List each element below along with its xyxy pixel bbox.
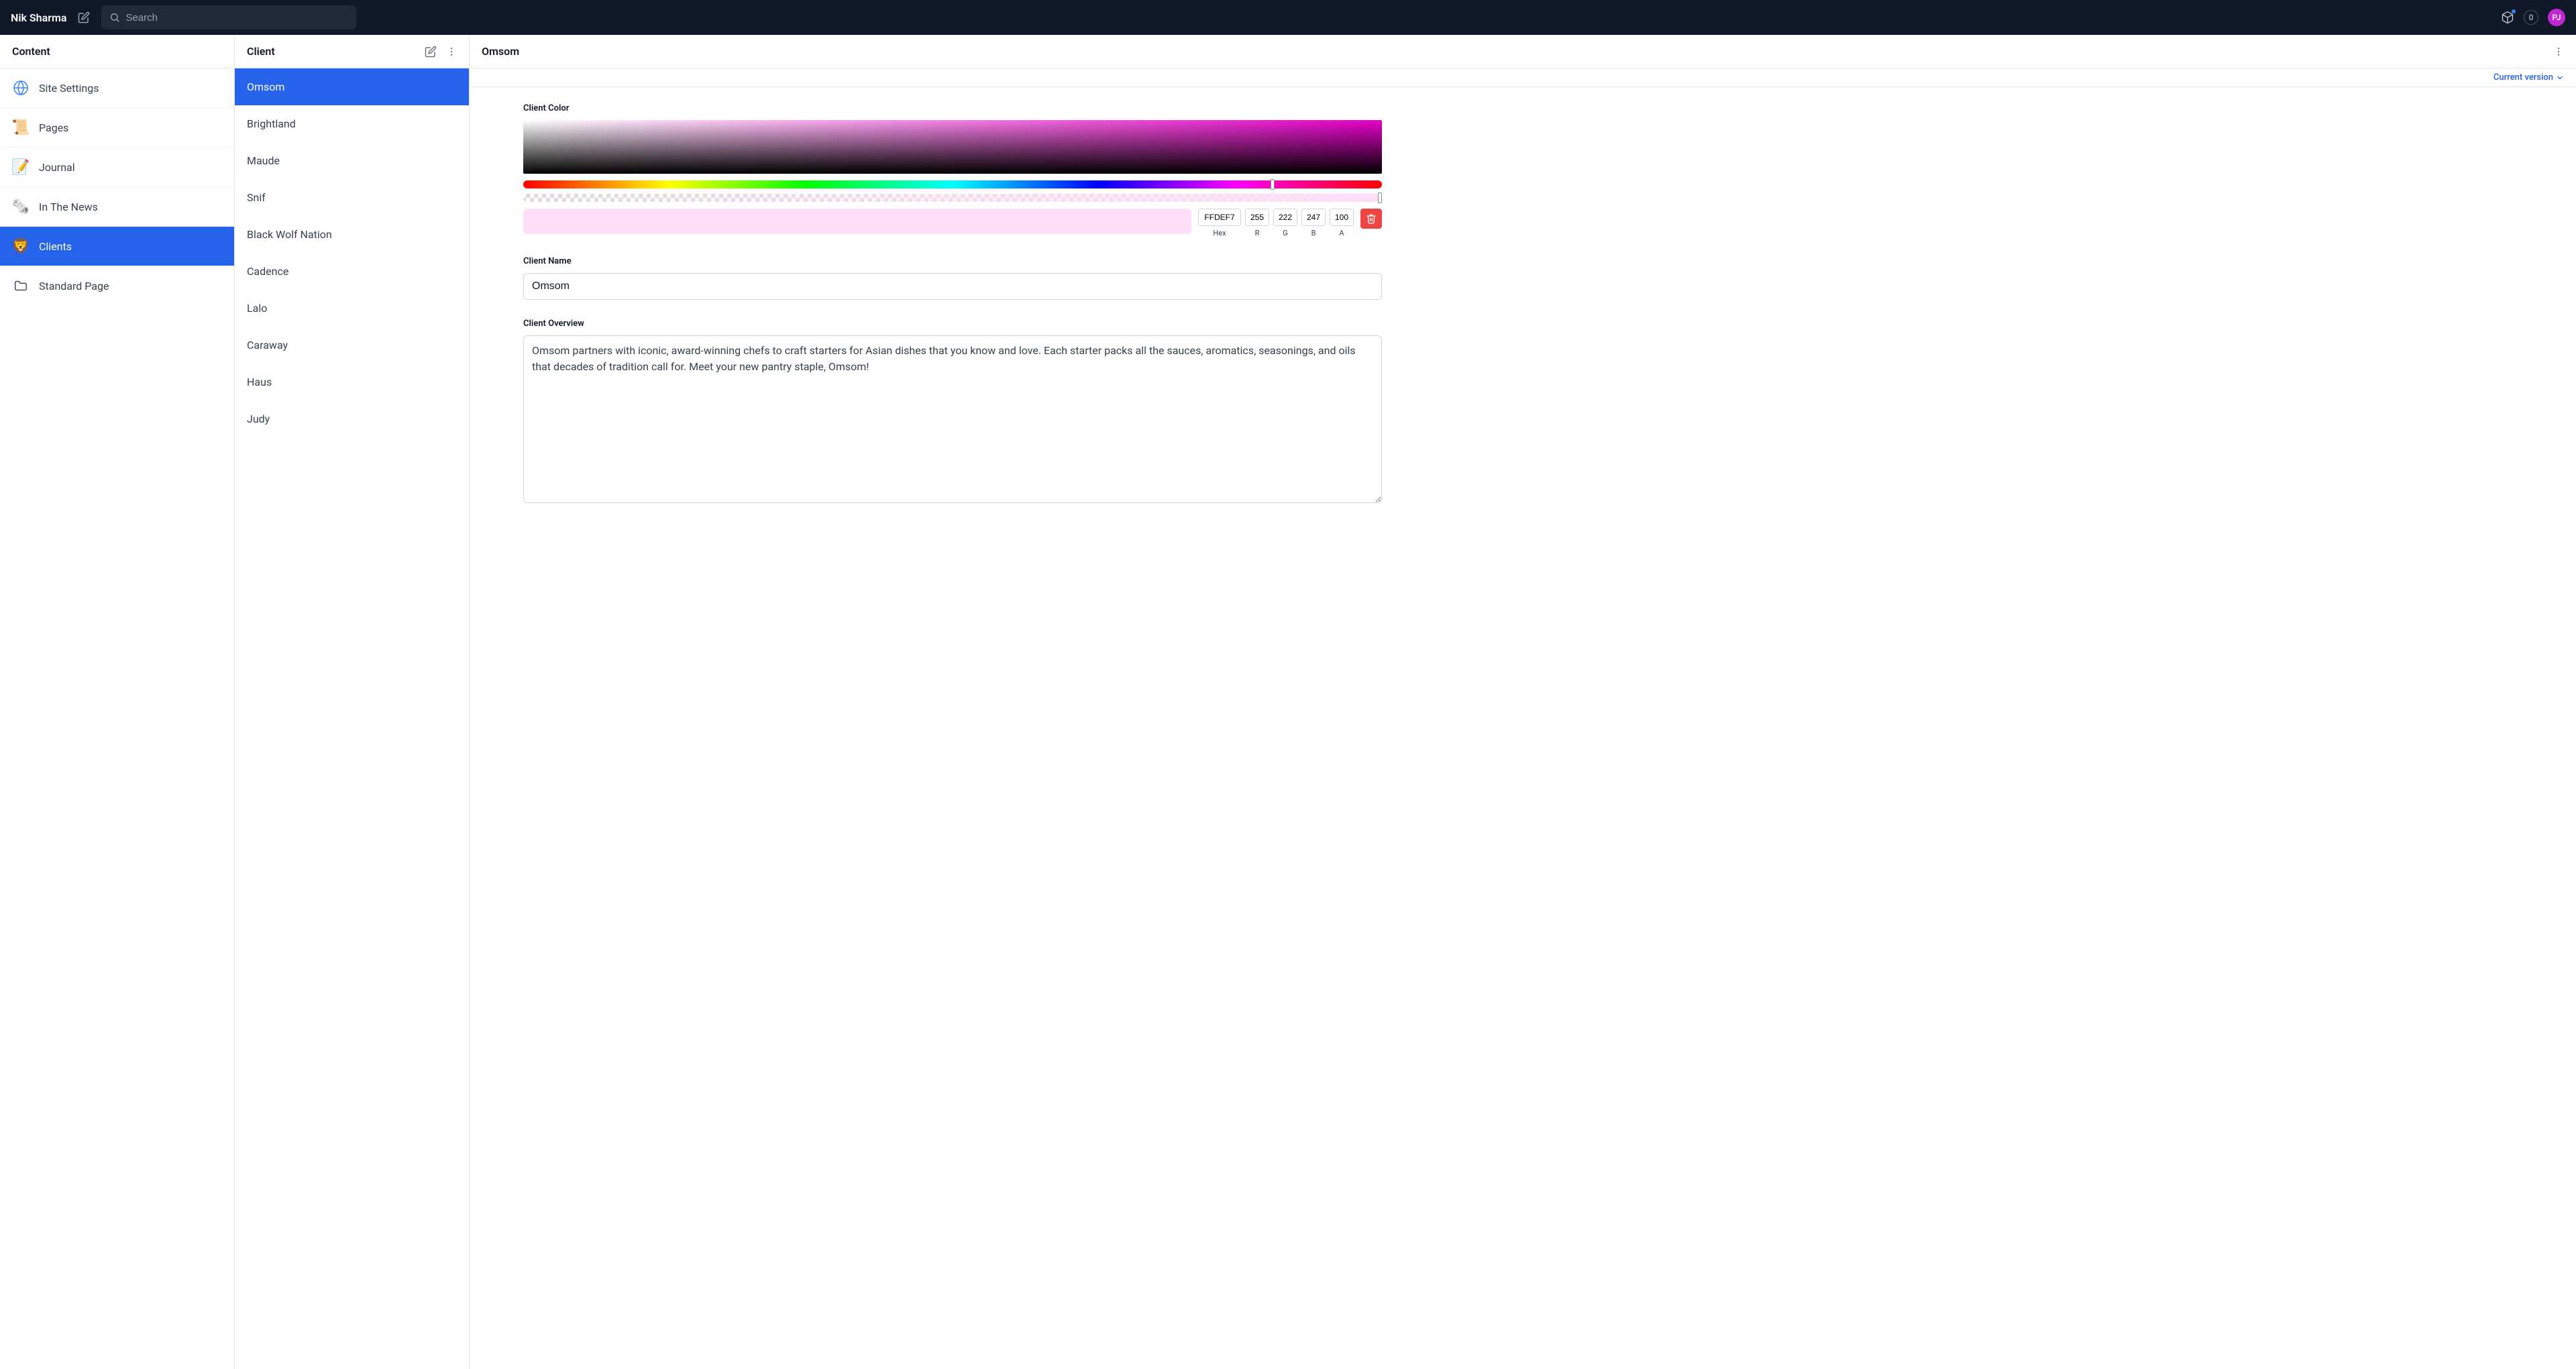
detail-more-icon[interactable] <box>2553 46 2564 57</box>
hex-input[interactable] <box>1198 209 1241 226</box>
notification-dot <box>2512 9 2516 13</box>
a-input[interactable] <box>1330 209 1354 226</box>
folder-icon <box>12 277 30 294</box>
user-avatar[interactable]: PJ <box>2548 9 2565 26</box>
newspaper-icon: 🗞️ <box>12 198 30 215</box>
hue-thumb[interactable] <box>1271 179 1275 190</box>
scroll-icon: 📜 <box>12 119 30 136</box>
sidebar-nav: Site Settings 📜 Pages 📝 Journal 🗞️ In The News… <box>0 68 234 305</box>
sidebar-item-label: Journal <box>39 161 75 174</box>
version-selector[interactable]: Current version <box>470 68 2576 87</box>
list-item[interactable]: Caraway <box>235 327 469 364</box>
sidebar-item-clients[interactable]: 🦁 Clients <box>0 227 234 266</box>
saturation-panel[interactable] <box>523 120 1382 174</box>
chevron-down-icon <box>2556 74 2564 82</box>
sidebar-item-pages[interactable]: 📜 Pages <box>0 108 234 148</box>
sidebar-item-standard-page[interactable]: Standard Page <box>0 266 234 305</box>
b-input[interactable] <box>1301 209 1326 226</box>
lion-icon: 🦁 <box>12 237 30 255</box>
package-icon[interactable] <box>2501 11 2514 24</box>
sidebar-item-journal[interactable]: 📝 Journal <box>0 148 234 187</box>
hex-caption: Hex <box>1213 229 1226 237</box>
sidebar-item-label: Standard Page <box>39 280 109 292</box>
new-entry-icon[interactable] <box>425 46 437 58</box>
b-caption: B <box>1311 229 1316 237</box>
list-title: Client <box>247 45 275 58</box>
topbar-actions: 0 PJ <box>2501 9 2565 26</box>
version-label: Current version <box>2493 72 2553 83</box>
client-overview-label: Client Overview <box>523 319 1382 329</box>
list-item[interactable]: Haus <box>235 364 469 400</box>
alpha-slider[interactable] <box>523 194 1382 202</box>
changes-count-badge[interactable]: 0 <box>2524 10 2538 25</box>
list-item[interactable]: Lalo <box>235 290 469 327</box>
notepad-icon: 📝 <box>12 158 30 176</box>
g-caption: G <box>1283 229 1288 237</box>
sidebar-header: Content <box>0 35 234 68</box>
detail-column: Omsom Current version Client Color <box>470 35 2576 1369</box>
search-icon <box>109 12 120 23</box>
search-input[interactable] <box>125 12 348 23</box>
list-item[interactable]: Maude <box>235 142 469 179</box>
workspace-name: Nik Sharma <box>11 11 66 24</box>
sidebar-item-label: In The News <box>39 201 98 213</box>
content-sidebar: Content Site Settings 📜 Pages 📝 Journal 🗞️ In … <box>0 35 235 1369</box>
client-name-label: Client Name <box>523 256 1382 266</box>
list-more-icon[interactable] <box>446 46 457 57</box>
list-item[interactable]: Judy <box>235 400 469 437</box>
client-color-field: Client Color <box>523 103 1382 237</box>
list-item[interactable]: Snif <box>235 179 469 216</box>
list-item[interactable]: Omsom <box>235 68 469 105</box>
delete-color-button[interactable] <box>1360 209 1382 229</box>
client-overview-textarea[interactable] <box>523 335 1382 503</box>
detail-header: Omsom <box>470 35 2576 68</box>
color-swatch <box>523 209 1191 234</box>
globe-icon <box>12 79 30 97</box>
sidebar-item-label: Pages <box>39 121 68 134</box>
alpha-thumb[interactable] <box>1378 193 1382 203</box>
r-input[interactable] <box>1245 209 1269 226</box>
client-color-label: Client Color <box>523 103 1382 113</box>
sidebar-item-site-settings[interactable]: Site Settings <box>0 68 234 108</box>
sidebar-item-in-the-news[interactable]: 🗞️ In The News <box>0 187 234 227</box>
topbar: Nik Sharma 0 PJ <box>0 0 2576 35</box>
list-header: Client <box>235 35 469 68</box>
sidebar-item-label: Site Settings <box>39 82 99 95</box>
g-input[interactable] <box>1273 209 1297 226</box>
entry-list-column: Client OmsomBrightlandMaudeSnifBlack Wol… <box>235 35 470 1369</box>
client-overview-field: Client Overview <box>523 319 1382 506</box>
r-caption: R <box>1255 229 1260 237</box>
search-field[interactable] <box>101 5 356 30</box>
list-item[interactable]: Brightland <box>235 105 469 142</box>
a-caption: A <box>1339 229 1344 237</box>
color-picker: Hex R G <box>523 120 1382 237</box>
entry-list: OmsomBrightlandMaudeSnifBlack Wolf Natio… <box>235 68 469 437</box>
color-inputs: Hex R G <box>1198 209 1354 237</box>
list-item[interactable]: Black Wolf Nation <box>235 216 469 253</box>
sidebar-title: Content <box>12 45 50 58</box>
client-name-input[interactable] <box>523 273 1382 300</box>
detail-title: Omsom <box>482 45 519 58</box>
sidebar-item-label: Clients <box>39 240 72 253</box>
client-name-field: Client Name <box>523 256 1382 300</box>
hue-slider[interactable] <box>523 180 1382 188</box>
edit-workspace-icon[interactable] <box>77 11 91 24</box>
list-item[interactable]: Cadence <box>235 253 469 290</box>
